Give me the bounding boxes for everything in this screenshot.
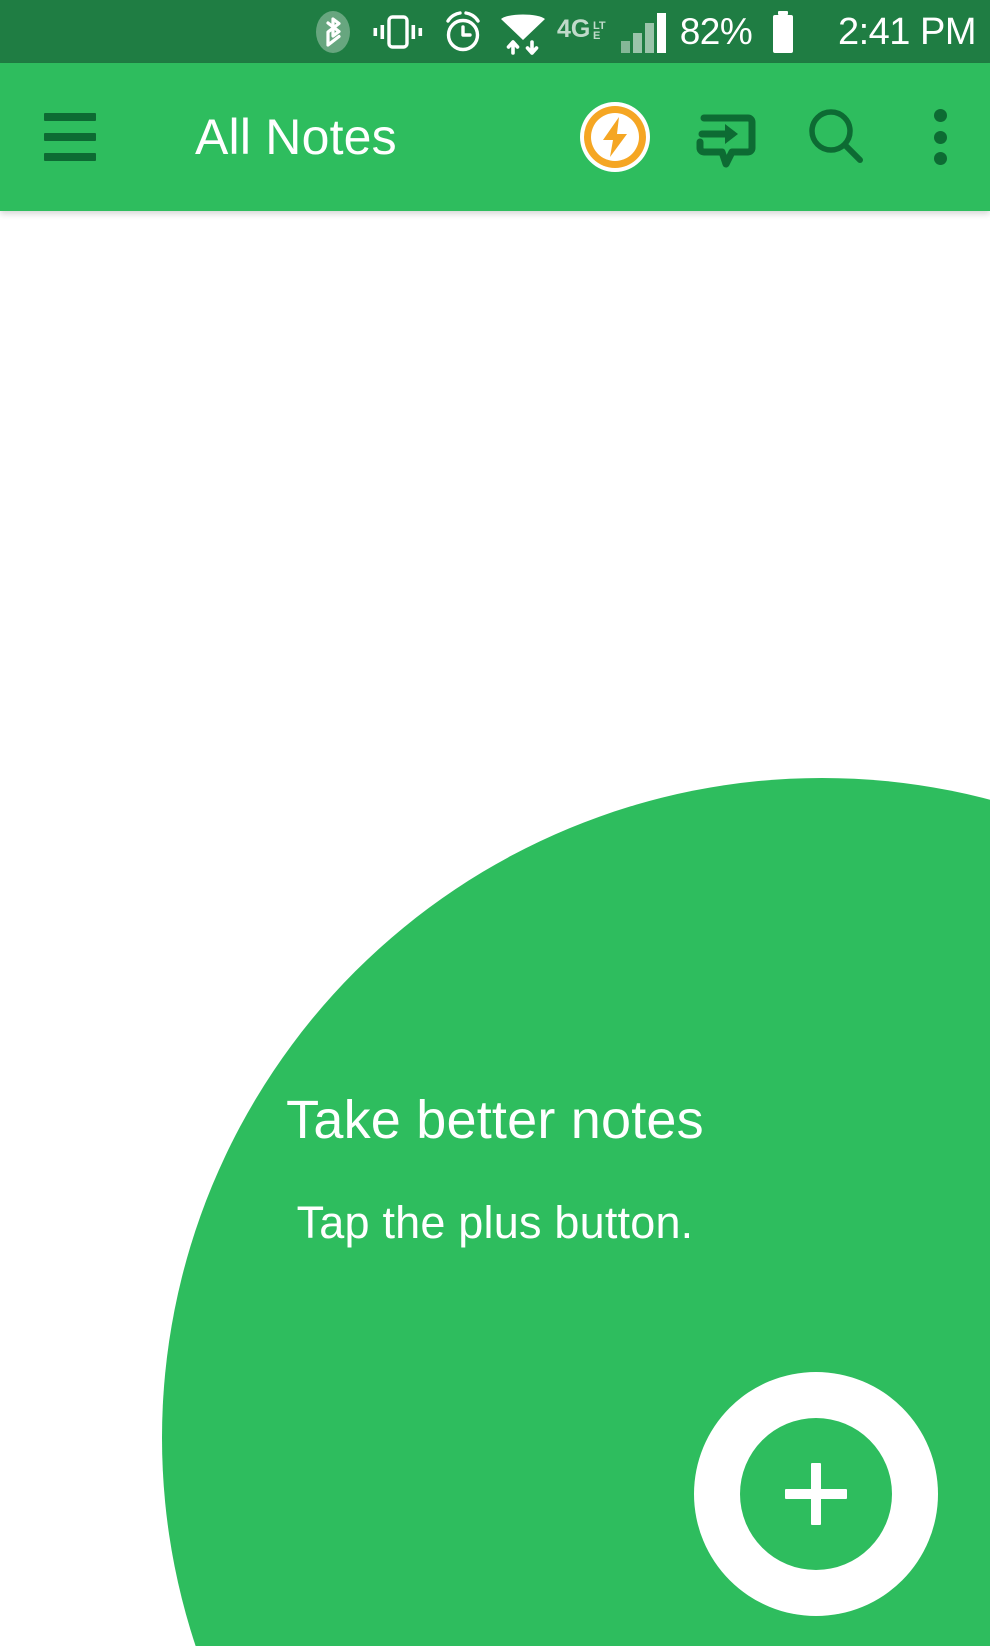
battery-full-icon	[760, 0, 806, 63]
status-icons: 4G LT E 82% 2:41 PM	[304, 0, 977, 63]
overflow-dot	[933, 152, 947, 165]
clock-label: 2:41 PM	[806, 0, 977, 63]
overflow-menu-icon[interactable]	[890, 63, 990, 211]
hamburger-bar	[44, 113, 96, 121]
alarm-icon	[434, 0, 492, 63]
share-chat-icon[interactable]	[670, 63, 780, 211]
battery-percent-label: 82%	[672, 0, 760, 63]
svg-text:4G: 4G	[557, 15, 590, 43]
overflow-dots	[933, 109, 947, 165]
notes-list-empty-area: Take better notes Tap the plus button.	[0, 211, 990, 1646]
wifi-transfer-icon	[492, 0, 554, 63]
status-bar: 4G LT E 82% 2:41 PM	[0, 0, 990, 63]
signal-bars-icon	[616, 0, 672, 63]
clock-text: 2:41 PM	[837, 10, 977, 53]
hamburger-bar	[44, 153, 96, 161]
bluetooth-icon	[304, 0, 362, 63]
hamburger-bar	[44, 133, 96, 141]
app-screen: 4G LT E 82% 2:41 PM All Notes Take bette…	[0, 0, 990, 1646]
overflow-dot	[933, 130, 947, 144]
plus-icon	[740, 1418, 892, 1570]
boost-icon[interactable]	[560, 63, 670, 211]
hamburger-menu-icon[interactable]	[44, 113, 104, 161]
vibrate-icon	[362, 0, 434, 63]
page-title: All Notes	[195, 109, 397, 165]
overflow-dot	[933, 109, 947, 122]
add-note-fab[interactable]	[694, 1372, 938, 1616]
search-icon[interactable]	[780, 63, 890, 211]
network-4glte-icon: 4G LT E	[554, 0, 616, 63]
app-bar-actions	[560, 63, 990, 211]
svg-text:E: E	[593, 30, 600, 42]
battery-percent-text: 82%	[679, 11, 753, 52]
app-bar: All Notes	[0, 63, 990, 211]
